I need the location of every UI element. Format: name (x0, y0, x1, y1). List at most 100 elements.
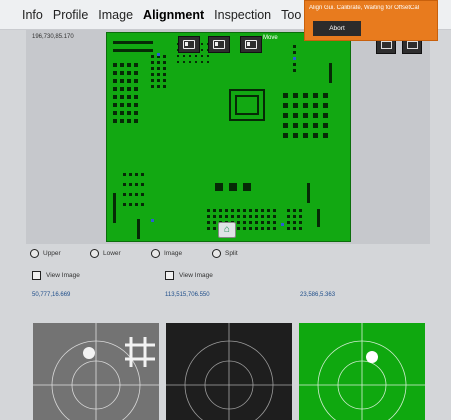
pcb-pad (293, 103, 298, 108)
pcb-pad (299, 215, 302, 218)
pcb-pad (141, 203, 144, 206)
pcb-pad (157, 67, 160, 70)
radio-lower[interactable]: Lower (90, 249, 121, 258)
pcb-pad (313, 113, 318, 118)
pcb-trace (317, 209, 320, 227)
radio-circle[interactable] (90, 249, 99, 258)
pcb-pad (243, 215, 246, 218)
radio-label: Upper (43, 250, 61, 257)
fiducial-marker (281, 223, 284, 226)
pcb-pad (113, 87, 117, 91)
view-image-checkbox-1[interactable]: View Image (32, 271, 80, 280)
home-button[interactable]: ⌂ (218, 222, 236, 238)
radio-circle[interactable] (151, 249, 160, 258)
upper-camera-view[interactable] (33, 323, 159, 420)
pcb-pad (134, 63, 138, 67)
menu-inspection[interactable]: Inspection (214, 8, 271, 22)
camera-view-button-3[interactable] (240, 36, 262, 53)
fiducial-marker (293, 57, 296, 60)
pcb-pad (157, 79, 160, 82)
pcb-pad (183, 61, 185, 63)
abort-button[interactable]: Abort (313, 21, 361, 36)
pcb-pad (267, 209, 270, 212)
pcb-pad (207, 209, 210, 212)
lower-coordinate: 113,515,706.550 (165, 292, 210, 298)
menu-image[interactable]: Image (98, 8, 133, 22)
pcb-pad (157, 61, 160, 64)
pcb-pad (151, 67, 154, 70)
pcb-pad (207, 215, 210, 218)
pcb-pad (163, 55, 166, 58)
pcb-board-image[interactable] (106, 32, 351, 242)
pcb-pad (255, 209, 258, 212)
pcb-pad (293, 215, 296, 218)
pcb-pad (207, 55, 209, 57)
pcb-pad (177, 61, 179, 63)
pcb-pad (213, 209, 216, 212)
pcb-pad (129, 183, 132, 186)
pcb-pad (283, 103, 288, 108)
pcb-pad (141, 193, 144, 196)
pcb-pad (293, 93, 298, 98)
pcb-pad (189, 61, 191, 63)
pcb-pad (283, 93, 288, 98)
radio-circle[interactable] (30, 249, 39, 258)
pcb-pad (237, 221, 240, 224)
pcb-pad (123, 173, 126, 176)
camera-view-button-2[interactable] (208, 36, 230, 53)
pcb-chip (235, 95, 259, 115)
pcb-pad (303, 133, 308, 138)
pcb-trace (113, 193, 116, 223)
pcb-pad (127, 111, 131, 115)
pcb-pad (151, 55, 154, 58)
pcb-pad (261, 209, 264, 212)
pcb-pad (163, 85, 166, 88)
pcb-pad (237, 215, 240, 218)
pcb-pad (249, 227, 252, 230)
pcb-pad (293, 45, 296, 48)
pcb-pad (120, 63, 124, 67)
pcb-pad (127, 87, 131, 91)
pcb-pad (134, 87, 138, 91)
pcb-pad (299, 221, 302, 224)
pcb-pad (323, 93, 328, 98)
pcb-pad (123, 193, 126, 196)
pcb-trace (307, 183, 310, 203)
radio-upper[interactable]: Upper (30, 249, 61, 258)
radio-label: Split (225, 250, 238, 257)
pcb-trace (329, 63, 332, 83)
pcb-pad (201, 43, 203, 45)
pcb-pad (177, 55, 179, 57)
checkbox-box[interactable] (32, 271, 41, 280)
menu-profile[interactable]: Profile (53, 8, 88, 22)
upper-coordinate: 50,777,16.669 (32, 292, 71, 298)
pcb-pad (213, 227, 216, 230)
menu-info[interactable]: Info (22, 8, 43, 22)
pcb-pad (283, 123, 288, 128)
pcb-pad (129, 193, 132, 196)
pcb-pad (213, 221, 216, 224)
pcb-pad (123, 203, 126, 206)
menu-tools[interactable]: Too (281, 8, 301, 22)
pcb-pad (113, 111, 117, 115)
pcb-pad (255, 215, 258, 218)
pcb-pad (313, 93, 318, 98)
camera-view-button-1[interactable] (178, 36, 200, 53)
radio-split[interactable]: Split (212, 249, 238, 258)
menu-alignment[interactable]: Alignment (143, 8, 204, 22)
pcb-pad (134, 71, 138, 75)
pcb-pad (219, 209, 222, 212)
view-image-checkbox-2[interactable]: View Image (165, 271, 213, 280)
pcb-pad (243, 209, 246, 212)
radio-image[interactable]: Image (151, 249, 182, 258)
pcb-pad (113, 119, 117, 123)
image-camera-view[interactable] (299, 323, 425, 420)
pcb-pad (237, 209, 240, 212)
pcb-pad (283, 113, 288, 118)
checkbox-box[interactable] (165, 271, 174, 280)
lower-camera-view[interactable] (166, 323, 292, 420)
pcb-pad (113, 103, 117, 107)
pcb-pad (249, 215, 252, 218)
fiducial-marker (157, 53, 160, 56)
radio-circle[interactable] (212, 249, 221, 258)
